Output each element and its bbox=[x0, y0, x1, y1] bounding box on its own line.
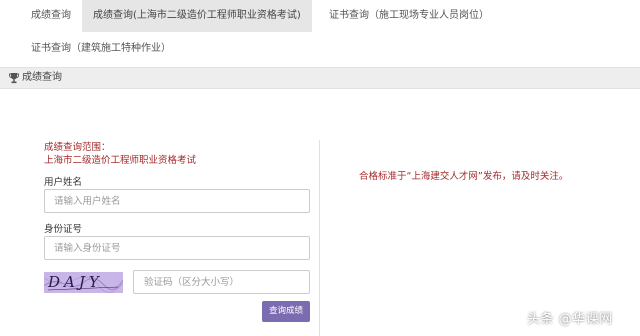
tab-certificate-special-operations[interactable]: 证书查询（建筑施工特种作业） bbox=[20, 33, 182, 65]
captcha-input[interactable] bbox=[133, 270, 310, 294]
section-header: 成绩查询 bbox=[0, 67, 640, 89]
captcha-image[interactable]: DAJY bbox=[44, 272, 123, 293]
query-score-button[interactable]: 查询成绩 bbox=[262, 301, 310, 322]
name-label: 用户姓名 bbox=[44, 177, 83, 188]
query-scope-label: 成绩查询范围： bbox=[44, 142, 111, 153]
tab-bar: 成绩查询 成绩查询(上海市二级造价工程师职业资格考试) 证书查询（施工现场专业人… bbox=[0, 0, 640, 66]
query-scope-value: 上海市二级造价工程师职业资格考试 bbox=[44, 155, 197, 166]
tab-certificate-construction-staff[interactable]: 证书查询（施工现场专业人员岗位） bbox=[318, 0, 500, 32]
query-panel: 成绩查询范围： 上海市二级造价工程师职业资格考试 用户姓名 身份证号 DAJY … bbox=[0, 90, 640, 336]
captcha-text: DAJY bbox=[48, 273, 103, 291]
qualification-notice: 合格标准于“上海建交人才网”发布，请及时关注。 bbox=[359, 171, 569, 182]
watermark: 头条 @华课网 bbox=[527, 312, 613, 327]
tab-score-query-cost-engineer[interactable]: 成绩查询(上海市二级造价工程师职业资格考试) bbox=[82, 0, 312, 32]
id-number-label: 身份证号 bbox=[44, 224, 83, 235]
panel-divider bbox=[319, 140, 320, 336]
section-title: 成绩查询 bbox=[22, 72, 62, 83]
name-input[interactable] bbox=[44, 189, 310, 213]
trophy-icon bbox=[9, 73, 19, 84]
tab-score-query[interactable]: 成绩查询 bbox=[20, 0, 82, 32]
id-number-input[interactable] bbox=[44, 236, 310, 260]
